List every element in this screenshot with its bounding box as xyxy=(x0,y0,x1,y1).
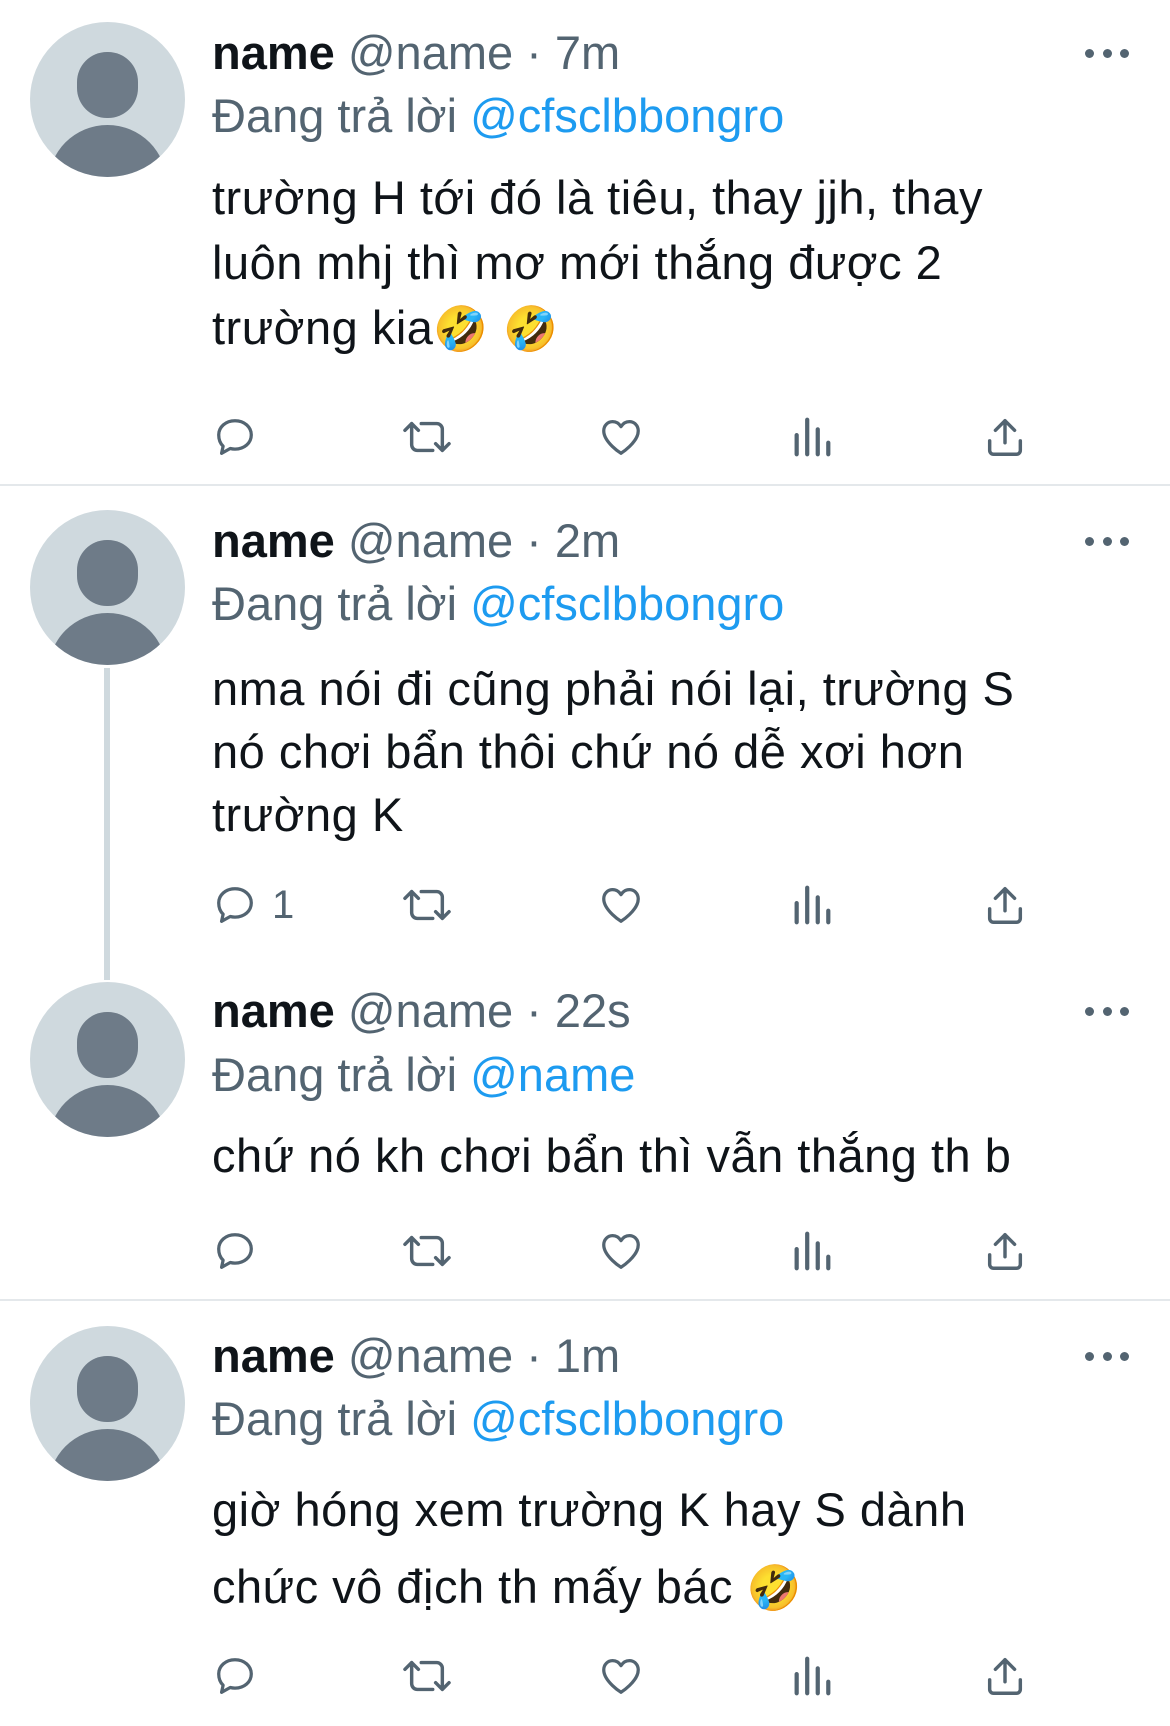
retweet-icon xyxy=(402,882,452,928)
like-button[interactable] xyxy=(597,1226,645,1276)
like-icon xyxy=(597,1228,645,1274)
tweet-text: chứ nó kh chơi bẩn thì vẫn thắng th b xyxy=(212,1124,1132,1187)
replying-to-handle[interactable]: @name xyxy=(470,1048,635,1101)
tweet-actions xyxy=(212,412,1032,462)
replying-to-label: Đang trả lời xyxy=(212,1048,471,1101)
share-icon xyxy=(982,1653,1028,1699)
views-icon xyxy=(790,414,834,460)
avatar[interactable] xyxy=(30,22,185,177)
handle-and-time: @name · 7m xyxy=(347,26,621,79)
reply-icon xyxy=(212,882,258,928)
tweet-text: nma nói đi cũng phải nói lại, trường S n… xyxy=(212,657,1132,846)
reply-icon xyxy=(212,1653,258,1699)
reply-count: 1 xyxy=(272,882,295,927)
retweet-icon xyxy=(402,1228,452,1274)
views-icon xyxy=(790,1228,834,1274)
share-button[interactable] xyxy=(982,1651,1028,1701)
like-icon xyxy=(597,882,645,928)
avatar-head xyxy=(77,52,138,118)
avatar[interactable] xyxy=(30,510,185,665)
share-button[interactable] xyxy=(982,1226,1028,1276)
share-icon xyxy=(982,1228,1028,1274)
avatar-body xyxy=(48,1429,167,1481)
replying-to: Đang trả lời @cfsclbbongro xyxy=(212,576,784,632)
retweet-button[interactable] xyxy=(402,1651,452,1701)
replying-to: Đang trả lời @name xyxy=(212,1047,635,1103)
handle-and-time: @name · 22s xyxy=(347,984,631,1037)
avatar[interactable] xyxy=(30,982,185,1137)
avatar-body xyxy=(48,125,167,177)
replying-to-label: Đang trả lời xyxy=(212,89,471,142)
more-icon[interactable] xyxy=(1085,1001,1129,1021)
tweet-text-body: giờ hóng xem trường K hay S dành chức vô… xyxy=(212,1483,967,1613)
reply-button[interactable] xyxy=(212,412,272,462)
like-button[interactable] xyxy=(597,412,645,462)
retweet-button[interactable] xyxy=(402,880,452,930)
like-button[interactable] xyxy=(597,880,645,930)
display-name[interactable]: name xyxy=(212,984,335,1037)
views-button[interactable] xyxy=(790,1226,834,1276)
tweet-header: name @name · 7m xyxy=(212,25,620,81)
tweet-actions: 1 xyxy=(212,880,1032,930)
tweet-text-body: chứ nó kh chơi bẩn thì vẫn thắng th b xyxy=(212,1129,1012,1182)
reply-icon xyxy=(212,1228,258,1274)
handle-and-time: @name · 2m xyxy=(347,514,621,567)
reply-button[interactable]: 1 xyxy=(212,880,294,930)
retweet-icon xyxy=(402,1653,452,1699)
share-icon xyxy=(982,882,1028,928)
replying-to: Đang trả lời @cfsclbbongro xyxy=(212,1391,784,1447)
tweet-text-body: nma nói đi cũng phải nói lại, trường S n… xyxy=(212,662,1015,841)
views-button[interactable] xyxy=(790,880,834,930)
retweet-button[interactable] xyxy=(402,412,452,462)
like-icon xyxy=(597,414,645,460)
tweet-text-body: trường H tới đó là tiêu, thay jjh, thay … xyxy=(212,171,983,354)
share-icon xyxy=(982,414,1028,460)
share-button[interactable] xyxy=(982,880,1028,930)
tweet-text: trường H tới đó là tiêu, thay jjh, thay … xyxy=(212,165,1132,362)
display-name[interactable]: name xyxy=(212,26,335,79)
like-button[interactable] xyxy=(597,1651,645,1701)
laughing-emoji-icon: 🤣 xyxy=(746,1563,802,1614)
tweet-actions xyxy=(212,1651,1032,1701)
avatar-head xyxy=(77,1012,138,1078)
tweet[interactable]: name @name · 7m Đang trả lời @cfsclbbong… xyxy=(0,0,1170,485)
avatar[interactable] xyxy=(30,1326,185,1481)
tweet[interactable]: name @name · 22s Đang trả lời @name chứ … xyxy=(0,956,1170,1298)
tweet-text: giờ hóng xem trường K hay S dành chức vô… xyxy=(212,1471,1132,1627)
avatar-body xyxy=(48,1085,167,1137)
views-icon xyxy=(790,1653,834,1699)
replying-to-handle[interactable]: @cfsclbbongro xyxy=(470,89,784,142)
replying-to-handle[interactable]: @cfsclbbongro xyxy=(470,577,784,630)
display-name[interactable]: name xyxy=(212,514,335,567)
replying-to-label: Đang trả lời xyxy=(212,577,471,630)
views-icon xyxy=(790,882,834,928)
tweet-header: name @name · 1m xyxy=(212,1328,620,1384)
share-button[interactable] xyxy=(982,412,1028,462)
avatar-head xyxy=(77,1356,138,1422)
tweet-actions xyxy=(212,1226,1032,1276)
retweet-icon xyxy=(402,414,452,460)
like-icon xyxy=(597,1653,645,1699)
replying-to-label: Đang trả lời xyxy=(212,1392,471,1445)
views-button[interactable] xyxy=(790,412,834,462)
more-icon[interactable] xyxy=(1085,43,1129,63)
avatar-head xyxy=(77,540,138,606)
reply-button[interactable] xyxy=(212,1651,272,1701)
more-icon[interactable] xyxy=(1085,531,1129,551)
retweet-button[interactable] xyxy=(402,1226,452,1276)
views-button[interactable] xyxy=(790,1651,834,1701)
display-name[interactable]: name xyxy=(212,1329,335,1382)
tweet-header: name @name · 22s xyxy=(212,983,631,1039)
tweet[interactable]: name @name · 2m Đang trả lời @cfsclbbong… xyxy=(0,486,1170,956)
reply-icon xyxy=(212,414,258,460)
avatar-body xyxy=(48,613,167,665)
handle-and-time: @name · 1m xyxy=(347,1329,621,1382)
reply-button[interactable] xyxy=(212,1226,272,1276)
replying-to-handle[interactable]: @cfsclbbongro xyxy=(470,1392,784,1445)
tweet-header: name @name · 2m xyxy=(212,513,620,569)
laughing-emoji-icon: 🤣 🤣 xyxy=(433,304,559,355)
replying-to: Đang trả lời @cfsclbbongro xyxy=(212,88,784,144)
tweet[interactable]: name @name · 1m Đang trả lời @cfsclbbong… xyxy=(0,1301,1170,1726)
more-icon[interactable] xyxy=(1085,1346,1129,1366)
